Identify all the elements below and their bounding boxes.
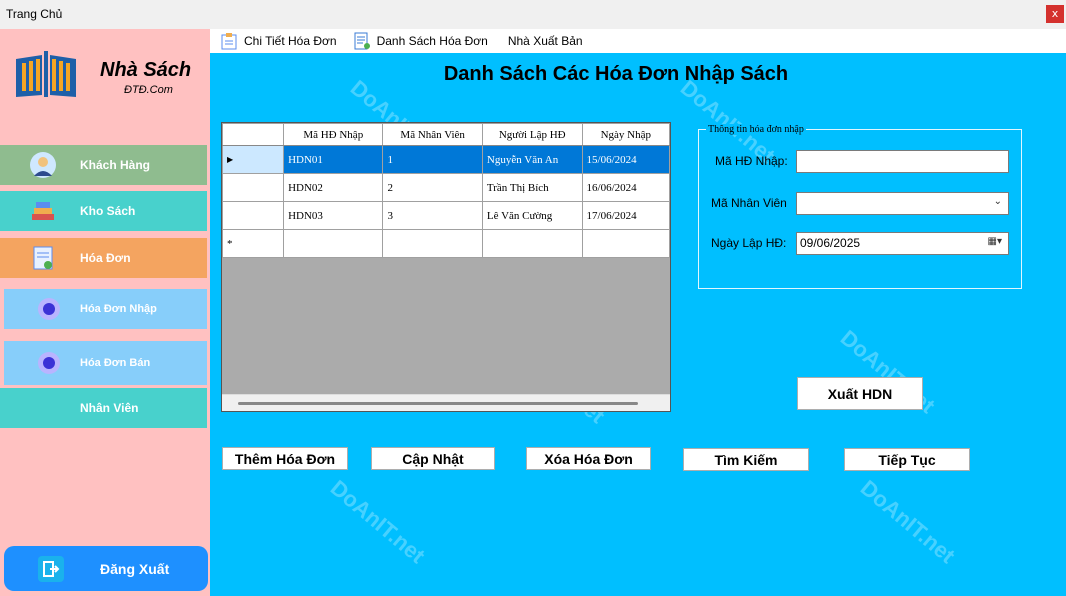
table-cell[interactable]: 16/06/2024: [581, 173, 670, 202]
menu-nha-xuat-ban[interactable]: Nhà Xuất Bản: [508, 34, 583, 48]
window-title: Trang Chủ: [6, 7, 63, 21]
menu-item-label: Danh Sách Hóa Đơn: [376, 34, 488, 48]
document-list-icon: [353, 32, 371, 50]
chevron-down-icon[interactable]: ⌄: [994, 196, 1002, 207]
table-cell[interactable]: Trần Thị Bích: [481, 173, 583, 202]
table-cell[interactable]: 3: [382, 201, 483, 230]
main-panel: DoAnIT.net DoAnIT.net DoAnIT.net DoAnIT.…: [210, 29, 1066, 596]
table-row[interactable]: HDN02 2 Trần Thị Bích 16/06/2024: [222, 173, 670, 202]
radio-dot-icon: [34, 348, 64, 378]
ma-hd-label: Mã HĐ Nhập:: [715, 154, 788, 168]
next-button[interactable]: Tiếp Tục: [844, 448, 970, 471]
table-cell[interactable]: 1: [382, 145, 483, 174]
customer-avatar-icon: [28, 150, 58, 180]
sidebar-item-label: Hóa Đơn Nhập: [80, 303, 157, 315]
table-row[interactable]: HDN03 3 Lê Văn Cường 17/06/2024: [222, 201, 670, 230]
title-bar: Trang Chủ x: [0, 0, 1066, 29]
table-cell[interactable]: HDN02: [283, 173, 384, 202]
table-cell[interactable]: [382, 229, 483, 258]
sidebar-item-label: Khách Hàng: [80, 158, 151, 172]
row-selected-marker[interactable]: ▶: [222, 145, 285, 174]
table-cell[interactable]: 17/06/2024: [581, 201, 670, 230]
menu-chi-tiet-hoa-don[interactable]: Chi Tiết Hóa Đơn: [220, 32, 337, 50]
logout-icon: [38, 555, 64, 582]
sidebar-item-kho-sach[interactable]: Kho Sách: [0, 191, 207, 231]
invoice-info-group: Thông tin hóa đơn nhập Mã HĐ Nhập: Mã Nh…: [698, 124, 1022, 289]
table-cell[interactable]: 15/06/2024: [581, 145, 670, 174]
invoice-grid[interactable]: Mã HĐ Nhập Mã Nhân Viên Người Lập HĐ Ngà…: [221, 122, 671, 412]
column-header[interactable]: Mã HĐ Nhập: [283, 123, 384, 146]
ma-nv-select[interactable]: ⌄: [796, 192, 1009, 215]
page-title: Danh Sách Các Hóa Đơn Nhập Sách: [443, 63, 789, 85]
menu-item-label: Chi Tiết Hóa Đơn: [244, 34, 337, 48]
table-cell[interactable]: [283, 229, 384, 258]
search-button[interactable]: Tìm Kiếm: [683, 448, 809, 471]
sidebar-item-label: Hóa Đơn: [80, 251, 131, 265]
update-button[interactable]: Cập Nhật: [371, 447, 495, 470]
logout-button[interactable]: Đăng Xuất: [4, 546, 208, 591]
new-row-marker[interactable]: *: [222, 229, 285, 258]
logout-label: Đăng Xuất: [100, 560, 170, 577]
radio-dot-icon: [34, 294, 64, 324]
table-cell[interactable]: 2: [382, 173, 483, 202]
export-hdn-button[interactable]: Xuất HDN: [797, 377, 923, 410]
sidebar: Nhà Sách ĐTĐ.Com Khách Hàng Kho Sách Hóa…: [0, 29, 210, 596]
sidebar-item-hoa-don[interactable]: Hóa Đơn: [0, 238, 207, 278]
sidebar-item-label: Hóa Đơn Bán: [80, 357, 151, 369]
ngay-date-picker[interactable]: 09/06/2025 ▦▾: [796, 232, 1009, 255]
calendar-dropdown-icon[interactable]: ▦▾: [988, 236, 1002, 247]
column-header[interactable]: Người Lập HĐ: [481, 123, 583, 146]
group-legend: Thông tin hóa đơn nhập: [706, 124, 806, 135]
ma-hd-input[interactable]: [796, 150, 1009, 173]
sidebar-item-nhan-vien[interactable]: Nhân Viên: [0, 388, 207, 428]
book-logo-icon: [16, 51, 76, 97]
delete-invoice-button[interactable]: Xóa Hóa Đơn: [526, 447, 651, 470]
sidebar-item-label: Kho Sách: [80, 204, 136, 218]
table-cell[interactable]: HDN01: [283, 145, 384, 174]
horizontal-scrollbar[interactable]: [222, 394, 670, 411]
brand-name: Nhà Sách: [100, 59, 192, 81]
watermark-text: DoAnIT.net: [855, 475, 960, 569]
column-header[interactable]: Ngày Nhập: [581, 123, 670, 146]
sidebar-item-khach-hang[interactable]: Khách Hàng: [0, 145, 207, 185]
watermark-text: DoAnIT.net: [325, 475, 430, 569]
add-invoice-button[interactable]: Thêm Hóa Đơn: [222, 447, 348, 470]
books-stack-icon: [28, 196, 58, 226]
menu-danh-sach-hoa-don[interactable]: Danh Sách Hóa Đơn: [353, 32, 488, 50]
row-header[interactable]: [222, 173, 285, 202]
grid-corner: [222, 123, 285, 146]
new-row[interactable]: *: [222, 229, 670, 258]
row-header[interactable]: [222, 201, 285, 230]
table-cell[interactable]: [481, 229, 583, 258]
invoice-icon: [28, 243, 58, 273]
brand-subtitle: ĐTĐ.Com: [124, 84, 173, 96]
column-header[interactable]: Mã Nhân Viên: [382, 123, 483, 146]
ngay-value: 09/06/2025: [800, 236, 861, 250]
menu-item-label: Nhà Xuất Bản: [507, 34, 583, 48]
table-row[interactable]: ▶ HDN01 1 Nguyễn Văn An 15/06/2024: [222, 145, 670, 174]
sidebar-item-hoa-don-nhap[interactable]: Hóa Đơn Nhập: [4, 289, 207, 329]
ngay-label: Ngày Lập HĐ:: [711, 236, 787, 250]
menu-bar: Chi Tiết Hóa Đơn Danh Sách Hóa Đơn Nhà X…: [210, 29, 1066, 53]
ma-nv-label: Mã Nhân Viên: [711, 196, 787, 210]
table-cell[interactable]: HDN03: [283, 201, 384, 230]
table-cell[interactable]: Lê Văn Cường: [481, 201, 583, 230]
table-cell[interactable]: Nguyễn Văn An: [481, 145, 583, 174]
clipboard-icon: [220, 32, 238, 50]
sidebar-item-label: Nhân Viên: [80, 401, 139, 415]
close-button[interactable]: x: [1046, 5, 1064, 23]
sidebar-item-hoa-don-ban[interactable]: Hóa Đơn Bán: [4, 341, 207, 385]
table-cell[interactable]: [581, 229, 670, 258]
scrollbar-thumb[interactable]: [238, 402, 638, 405]
